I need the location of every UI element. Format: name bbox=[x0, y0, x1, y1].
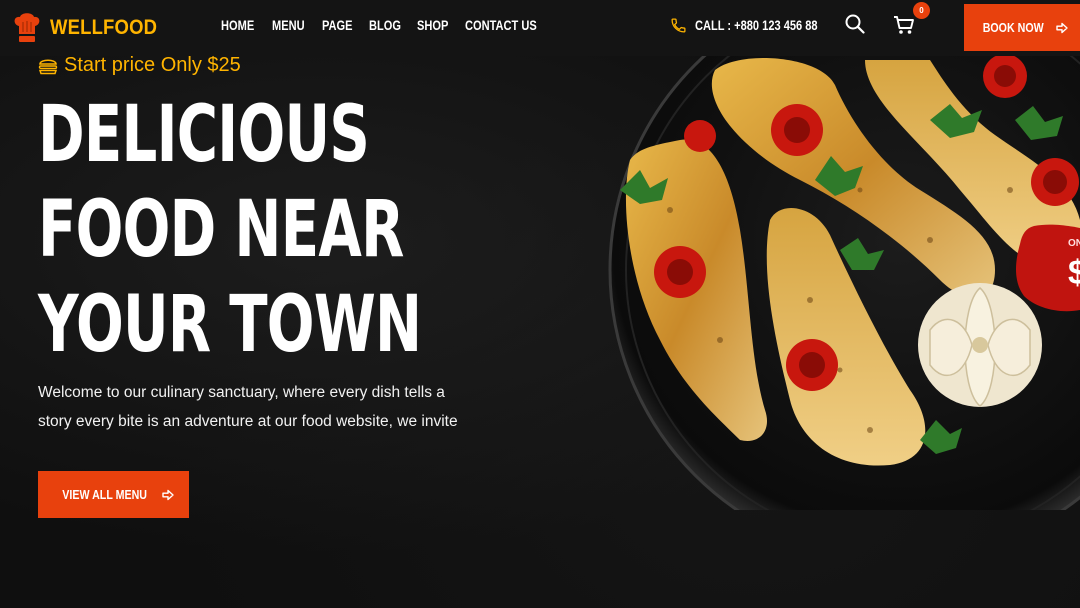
call-info[interactable]: CALL : +880 123 456 88 bbox=[670, 17, 844, 34]
call-label: CALL : +880 123 456 88 bbox=[695, 18, 818, 33]
headline-line-2: FOOD NEAR bbox=[38, 185, 404, 275]
book-now-button[interactable]: BOOK NOW bbox=[964, 4, 1080, 51]
phone-icon bbox=[671, 18, 686, 33]
promo-on-text: ON bbox=[1068, 238, 1080, 249]
top-navbar: WELLFOOD HOME MENU PAGE BLOG SHOP CONTAC… bbox=[0, 0, 1080, 56]
chicken-plate-image bbox=[608, 40, 1080, 510]
arrow-right-icon bbox=[1056, 22, 1068, 33]
nav-contact-us[interactable]: CONTACT US bbox=[465, 18, 537, 33]
nav-home[interactable]: HOME bbox=[221, 18, 254, 33]
view-all-menu-button[interactable]: VIEW ALL MENU bbox=[38, 471, 189, 518]
chef-hat-icon bbox=[14, 13, 40, 42]
arrow-right-icon bbox=[162, 489, 174, 500]
start-price-tagline: Start price Only $25 bbox=[38, 54, 241, 77]
logo-text: WELLFOOD bbox=[50, 16, 158, 39]
hero-headline: DELICIOUS FOOD NEAR YOUR TOWN bbox=[38, 88, 441, 373]
headline-line-1: DELICIOUS bbox=[38, 90, 370, 180]
tagline-text: Start price Only $25 bbox=[64, 54, 241, 76]
nav-menu[interactable]: MENU bbox=[272, 18, 305, 33]
cart-icon[interactable] bbox=[893, 15, 915, 35]
headline-line-3: YOUR TOWN bbox=[38, 280, 422, 370]
nav-blog[interactable]: BLOG bbox=[369, 18, 401, 33]
promo-badge: ON $ bbox=[1016, 224, 1080, 312]
book-now-label: BOOK NOW bbox=[982, 20, 1044, 35]
promo-price-text: $ bbox=[1068, 254, 1080, 292]
cart-count-badge: 0 bbox=[913, 2, 930, 19]
burger-icon bbox=[38, 58, 58, 74]
hero-description: Welcome to our culinary sanctuary, where… bbox=[38, 384, 458, 430]
nav-shop[interactable]: SHOP bbox=[417, 18, 448, 33]
search-icon[interactable] bbox=[845, 14, 865, 34]
nav-page[interactable]: PAGE bbox=[322, 18, 353, 33]
view-all-menu-label: VIEW ALL MENU bbox=[62, 487, 147, 502]
logo[interactable]: WELLFOOD bbox=[12, 12, 172, 44]
